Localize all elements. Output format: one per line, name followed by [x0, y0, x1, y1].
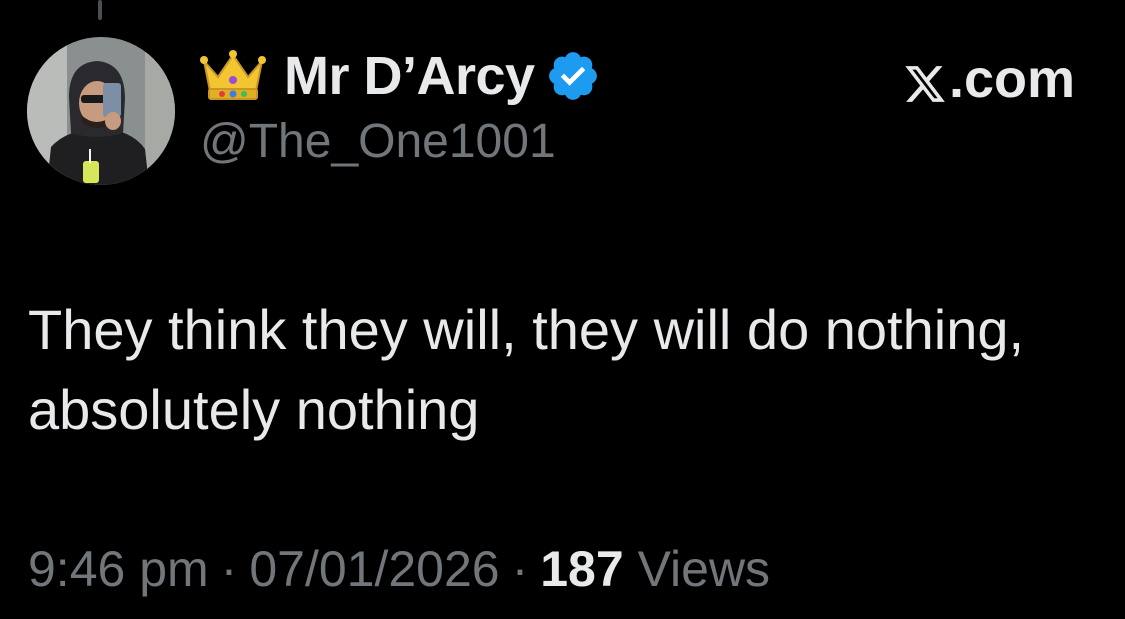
- tweet-date[interactable]: 07/01/2026: [249, 541, 499, 597]
- meta-separator: ·: [511, 541, 529, 597]
- tweet-time[interactable]: 9:46 pm: [28, 541, 209, 597]
- crown-emoji-icon: [200, 47, 266, 105]
- tweet-card: Mr D’Arcy @The_One1001 .com They think t…: [0, 0, 1125, 619]
- views-label: Views: [637, 541, 771, 597]
- x-logo-icon: [903, 57, 947, 102]
- thread-connector-line: [98, 0, 102, 20]
- brand-domain-label: .com: [948, 49, 1075, 109]
- verified-badge-icon: [545, 48, 601, 104]
- author-display-name[interactable]: Mr D’Arcy: [284, 45, 535, 107]
- tweet-meta: 9:46 pm · 07/01/2026 · 187 Views: [28, 540, 770, 598]
- tweet-body-text: They think they will, they will do nothi…: [28, 298, 1025, 441]
- x-brand-watermark: .com: [903, 48, 1075, 110]
- author-handle[interactable]: @The_One1001: [200, 114, 1085, 169]
- meta-separator: ·: [220, 541, 238, 597]
- views-count: 187: [540, 541, 624, 597]
- avatar[interactable]: [27, 37, 175, 185]
